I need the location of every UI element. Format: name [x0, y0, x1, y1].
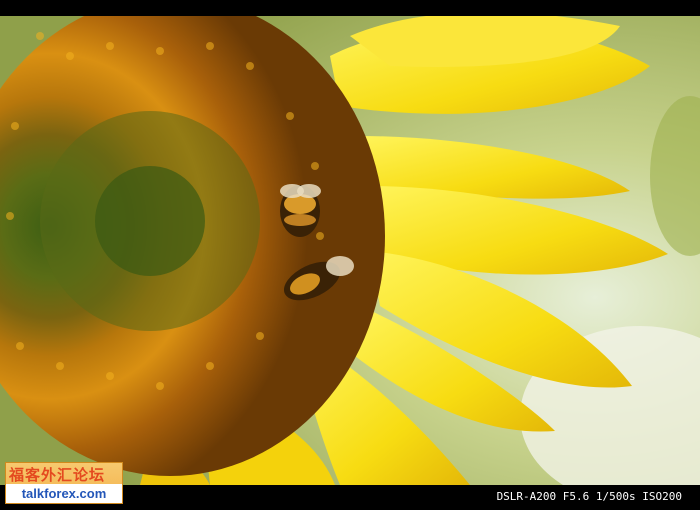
sunflower-illustration: [0, 16, 700, 485]
site-watermark: 福客外汇论坛 talkforex.com: [5, 462, 123, 504]
sunflower-photo: [0, 16, 700, 485]
watermark-domain: talkforex.com: [6, 484, 122, 503]
photo-frame: 福客外汇论坛 talkforex.com DSLR-A200 F5.6 1/50…: [0, 0, 700, 510]
exif-caption: DSLR-A200 F5.6 1/500s ISO200: [496, 490, 682, 503]
watermark-site-text: 福客外汇论坛: [9, 466, 106, 484]
